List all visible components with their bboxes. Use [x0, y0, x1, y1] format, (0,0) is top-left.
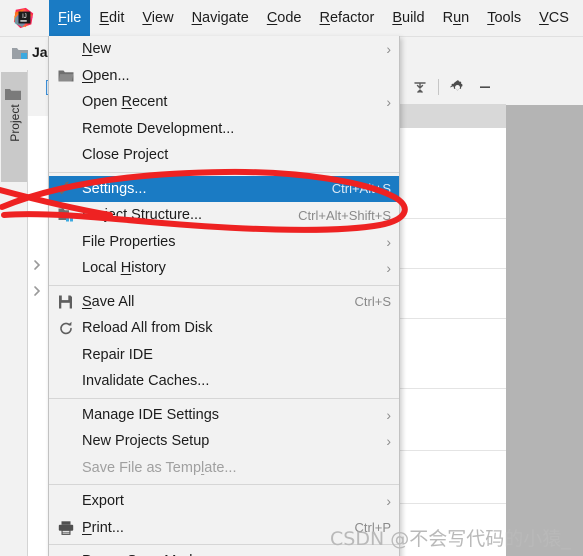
chevron-right-icon: › — [386, 94, 391, 111]
menu-view-label: View — [142, 10, 174, 26]
collapse-all-icon[interactable] — [410, 77, 430, 97]
chevron-right-icon: › — [386, 41, 391, 58]
menu-item-label: Save File as Template... — [82, 459, 237, 476]
menu-item-repair-ide[interactable]: Repair IDE — [49, 342, 399, 369]
menu-edit-label: Edit — [99, 10, 125, 26]
menu-item-remote-development[interactable]: Remote Development... — [49, 116, 399, 143]
tool-window-toolbar — [410, 72, 495, 102]
chevron-right-icon: › — [386, 433, 391, 450]
menu-file[interactable]: File — [49, 0, 91, 36]
menu-item-export[interactable]: Export › — [49, 488, 399, 515]
menu-vcs-label: VCS — [539, 10, 569, 26]
menu-vcs[interactable]: VCS — [530, 0, 578, 36]
menu-item-accelerator: Ctrl+S — [354, 294, 391, 310]
menu-item-label: Open... — [82, 67, 130, 84]
right-gray-area — [506, 105, 583, 556]
menu-refactor[interactable]: Refactor — [311, 0, 384, 36]
menu-file-label: File — [58, 10, 82, 26]
menu-item-label: Open Recent — [82, 94, 168, 111]
menu-item-file-properties[interactable]: File Properties › — [49, 229, 399, 256]
menu-tools-label: Tools — [487, 10, 522, 26]
toolbar-separator — [438, 79, 439, 95]
menu-code[interactable]: Code — [258, 0, 311, 36]
file-menu-dropdown: New › Open... Open Recent › Remote Devel… — [48, 36, 400, 556]
menu-item-reload-all-from-disk[interactable]: Reload All from Disk — [49, 315, 399, 342]
menu-separator — [49, 171, 399, 173]
menu-item-manage-ide-settings[interactable]: Manage IDE Settings › — [49, 402, 399, 429]
reload-icon — [57, 320, 74, 337]
ide-window: Ja Project IJ File Edit View Navigate Co… — [0, 0, 583, 556]
chevron-right-icon: › — [386, 406, 391, 423]
csdn-watermark: CSDN @不会写代码的小猿_ — [330, 528, 571, 550]
right-blank-area — [506, 36, 583, 105]
intellij-idea-logo-icon: IJ — [13, 7, 34, 29]
menu-item-label: New Projects Setup — [82, 433, 210, 450]
menu-build-label: Build — [392, 10, 425, 26]
menu-item-label: Reload All from Disk — [82, 320, 213, 337]
menu-item-label: Export — [82, 493, 124, 510]
wrench-icon — [57, 180, 74, 197]
menu-item-label: Project Structure... — [82, 207, 203, 224]
menu-item-accelerator: Ctrl+Alt+Shift+S — [298, 207, 391, 223]
chevron-right-icon: › — [386, 493, 391, 510]
menu-item-save-all[interactable]: Save All Ctrl+S — [49, 289, 399, 316]
printer-icon — [57, 519, 74, 536]
folder-open-icon — [57, 67, 74, 84]
menu-navigate-label: Navigate — [191, 10, 249, 26]
hide-panel-icon[interactable] — [475, 77, 495, 97]
svg-text:IJ: IJ — [22, 14, 27, 20]
tree-expand-chevron-icon[interactable] — [30, 258, 44, 272]
menu-item-open-recent[interactable]: Open Recent › — [49, 89, 399, 116]
chevron-right-icon: › — [386, 233, 391, 250]
menu-item-label: Local History — [82, 260, 166, 277]
menu-item-label: Settings... — [82, 180, 147, 197]
menu-item-label: Remote Development... — [82, 120, 235, 137]
menu-item-local-history[interactable]: Local History › — [49, 255, 399, 282]
menu-separator — [49, 397, 399, 399]
menu-item-label: New — [82, 41, 112, 58]
menu-run-label: Run — [442, 10, 470, 26]
menu-run[interactable]: Run — [434, 0, 479, 36]
menu-item-label: Invalidate Caches... — [82, 373, 210, 390]
menu-item-label: Print... — [82, 519, 124, 536]
project-title: Ja — [32, 44, 48, 60]
menu-refactor-label: Refactor — [319, 10, 375, 26]
menu-item-close-project[interactable]: Close Project — [49, 142, 399, 169]
menu-item-accelerator: Ctrl+Alt+S — [331, 181, 391, 197]
project-folder-icon — [12, 48, 28, 59]
menu-edit[interactable]: Edit — [90, 0, 133, 36]
menu-item-invalidate-caches[interactable]: Invalidate Caches... — [49, 368, 399, 395]
menu-view[interactable]: View — [133, 0, 182, 36]
menu-item-label: Repair IDE — [82, 346, 153, 363]
folder-icon — [5, 89, 21, 100]
menu-item-label: Close Project — [82, 147, 169, 164]
menu-separator — [49, 484, 399, 485]
project-structure-icon — [57, 207, 74, 224]
menu-item-new[interactable]: New › — [49, 36, 399, 63]
menu-item-label: Manage IDE Settings — [82, 406, 220, 423]
menu-build[interactable]: Build — [383, 0, 433, 36]
menu-separator — [49, 284, 399, 286]
main-menu-bar: IJ File Edit View Navigate Code Refactor… — [0, 0, 583, 37]
menu-item-save-file-as-template: Save File as Template... — [49, 455, 399, 482]
tree-expand-chevron-icon[interactable] — [30, 284, 44, 298]
save-icon — [57, 293, 74, 310]
menu-code-label: Code — [266, 10, 302, 26]
menu-item-project-structure[interactable]: Project Structure... Ctrl+Alt+Shift+S — [49, 202, 399, 229]
menu-item-label: File Properties — [82, 233, 176, 250]
chevron-right-icon: › — [386, 260, 391, 277]
menu-item-new-projects-setup[interactable]: New Projects Setup › — [49, 428, 399, 455]
menu-item-settings[interactable]: Settings... Ctrl+Alt+S — [49, 175, 399, 202]
menu-item-open[interactable]: Open... — [49, 63, 399, 90]
menu-item-label: Save All — [82, 293, 135, 310]
menu-tools[interactable]: Tools — [478, 0, 530, 36]
menu-navigate[interactable]: Navigate — [183, 0, 258, 36]
settings-gear-icon[interactable] — [447, 77, 467, 97]
